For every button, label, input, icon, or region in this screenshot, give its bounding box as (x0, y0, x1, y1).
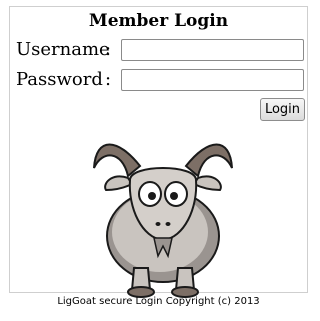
username-label: Username (16, 39, 110, 60)
copyright-text: LigGoat secure Login Copyright (c) 2013 (57, 296, 260, 307)
login-title: Member Login (88, 11, 229, 31)
password-input[interactable] (121, 69, 304, 91)
password-row: Password : (16, 67, 304, 93)
password-colon: : (105, 69, 112, 90)
login-button[interactable]: Login (260, 98, 305, 121)
username-row: Username : (16, 37, 304, 63)
username-input[interactable] (121, 39, 304, 61)
goat-icon (93, 143, 233, 298)
password-label: Password (16, 69, 103, 90)
username-colon: : (105, 39, 112, 60)
login-panel: Member Login Username : Password : Login (9, 6, 308, 298)
